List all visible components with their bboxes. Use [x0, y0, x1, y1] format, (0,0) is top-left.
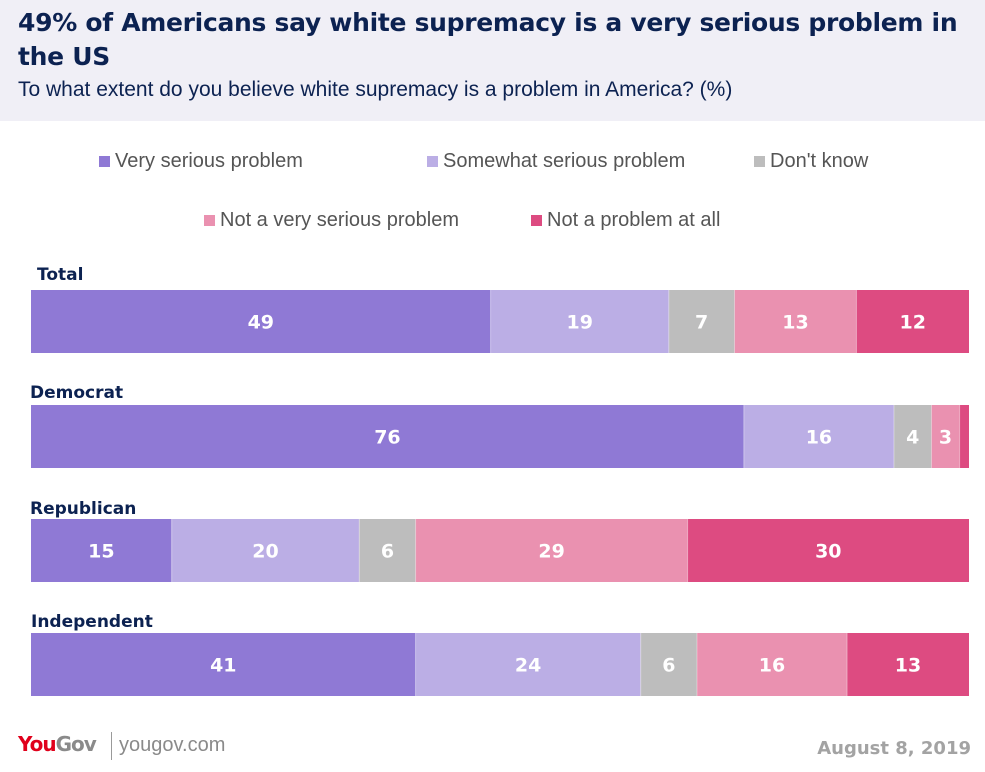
data-label: 76	[374, 427, 400, 449]
data-label: 30	[815, 541, 841, 563]
data-label: 13	[895, 655, 921, 677]
bar-segment	[959, 405, 969, 468]
data-label: 12	[899, 312, 925, 334]
data-label: 20	[252, 541, 278, 563]
logo-you: You	[18, 732, 57, 756]
data-label: 29	[538, 541, 564, 563]
yougov-logo: YouGov	[18, 732, 97, 756]
data-label: 6	[381, 541, 394, 563]
logo-gov: Gov	[55, 732, 97, 756]
data-label: 16	[759, 655, 785, 677]
data-label: 16	[806, 427, 832, 449]
data-label: 24	[515, 655, 541, 677]
data-label: 19	[567, 312, 593, 334]
footer-divider	[111, 732, 112, 760]
data-label: 15	[88, 541, 114, 563]
data-label: 49	[248, 312, 274, 334]
data-label: 7	[695, 312, 708, 334]
data-label: 41	[210, 655, 236, 677]
footer-site: yougov.com	[119, 734, 226, 756]
data-label: 3	[939, 427, 952, 449]
data-label: 4	[906, 427, 919, 449]
footer-date: August 8, 2019	[817, 738, 971, 759]
data-label: 13	[782, 312, 808, 334]
stacked-bar-chart: 49 19 7 13 12 76 16 4 3 15 20 6 29 30 41 24 6 16 13	[31, 290, 969, 696]
data-label: 6	[662, 655, 675, 677]
